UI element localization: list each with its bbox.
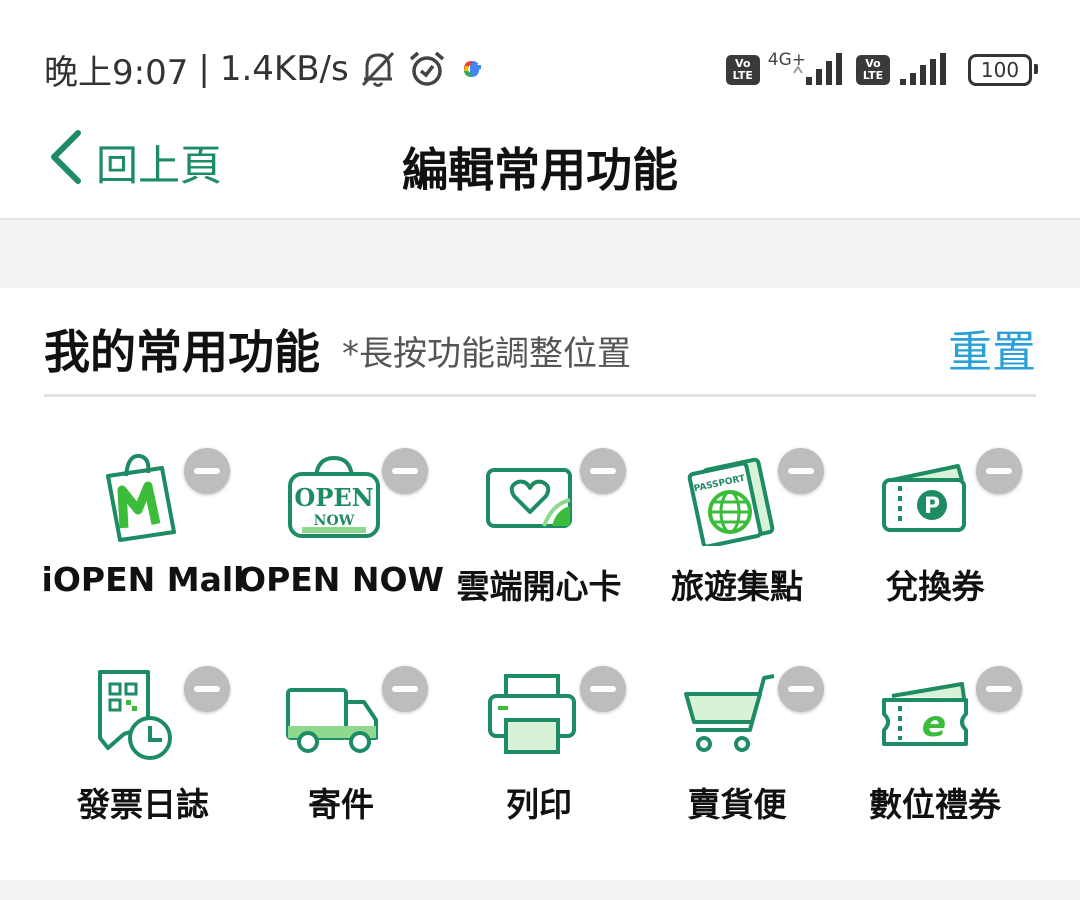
status-time: 晚上9:07 xyxy=(44,52,189,93)
e-voucher-icon: e xyxy=(878,664,978,764)
function-item-digital-gift[interactable]: e 數位禮券 xyxy=(836,638,1034,824)
remove-button[interactable] xyxy=(382,448,428,494)
function-item-open-now[interactable]: OPEN NOW OPEN NOW xyxy=(238,420,444,602)
volte-icon-2: Vo LTE xyxy=(856,55,890,85)
icon-text-now: NOW xyxy=(314,513,355,529)
status-bar: 晚上9:07 | 1.4KB/s Vo LTE 4G+ Vo LTE 100 xyxy=(0,0,1080,110)
icon-text-open: OPEN xyxy=(294,483,373,512)
function-item-cloud-card[interactable]: 雲端開心卡 xyxy=(440,420,638,606)
remove-button[interactable] xyxy=(778,448,824,494)
battery-icon: 100 xyxy=(968,54,1038,86)
remove-button[interactable] xyxy=(580,666,626,712)
signal-icon-2 xyxy=(898,51,948,89)
function-item-travel-points[interactable]: PASSPORT 旅遊集點 xyxy=(638,420,836,606)
section-hint: *長按功能調整位置 xyxy=(342,334,631,374)
function-label: 雲端開心卡 xyxy=(456,567,622,606)
function-label: 數位禮券 xyxy=(869,785,1001,824)
status-separator: | xyxy=(198,49,210,89)
open-now-bag-icon: OPEN NOW xyxy=(284,446,384,546)
function-label: 旅遊集點 xyxy=(671,567,803,606)
printer-icon xyxy=(482,664,582,764)
remove-button[interactable] xyxy=(580,448,626,494)
function-label: OPEN NOW xyxy=(238,560,444,599)
delivery-truck-icon xyxy=(284,664,384,764)
icon-text-e: e xyxy=(922,704,946,745)
reset-button[interactable]: 重置 xyxy=(948,316,1036,380)
function-item-sell-delivery[interactable]: 賣貨便 xyxy=(638,638,836,824)
volte-icon: Vo LTE xyxy=(725,55,760,85)
nav-header: 回上頁 編輯常用功能 xyxy=(0,110,1080,220)
passport-icon: PASSPORT xyxy=(680,446,780,549)
function-grid: iOPEN Mall OPEN NOW OPEN NOW 雲端開心卡 PASSP… xyxy=(42,420,1036,824)
alarm-icon xyxy=(407,49,447,89)
icon-text-p: P xyxy=(924,494,940,519)
section-header: 我的常用功能 *長按功能調整位置 重置 xyxy=(44,310,1036,397)
function-item-shipping[interactable]: 寄件 xyxy=(242,638,440,824)
remove-button[interactable] xyxy=(778,666,824,712)
remove-button[interactable] xyxy=(382,666,428,712)
function-label: 列印 xyxy=(506,785,572,824)
heart-card-icon xyxy=(482,446,582,546)
remove-button[interactable] xyxy=(976,448,1022,494)
shopping-bag-m-icon xyxy=(86,446,186,546)
function-item-invoice-log[interactable]: 發票日誌 xyxy=(44,638,242,824)
function-item-iopen-mall[interactable]: iOPEN Mall xyxy=(42,420,244,602)
function-label: 寄件 xyxy=(308,785,374,824)
function-label: 發票日誌 xyxy=(77,785,209,824)
function-label: iOPEN Mall xyxy=(41,560,245,599)
page-title: 編輯常用功能 xyxy=(402,143,678,197)
function-label: 賣貨便 xyxy=(687,785,787,824)
remove-button[interactable] xyxy=(976,666,1022,712)
google-icon xyxy=(457,54,487,84)
function-label: 兌換券 xyxy=(885,567,985,606)
function-item-voucher[interactable]: P 兌換券 xyxy=(836,420,1034,606)
status-speed: 1.4KB/s xyxy=(219,49,349,89)
remove-button[interactable] xyxy=(184,448,230,494)
shopping-cart-icon xyxy=(680,664,780,764)
bell-off-icon xyxy=(359,49,397,89)
receipt-clock-icon xyxy=(86,664,186,764)
section-title: 我的常用功能 xyxy=(44,325,320,379)
function-item-print[interactable]: 列印 xyxy=(440,638,638,824)
remove-button[interactable] xyxy=(184,666,230,712)
favorites-card: 我的常用功能 *長按功能調整位置 重置 iOPEN Mall OPEN NOW … xyxy=(0,288,1080,880)
p-ticket-icon: P xyxy=(878,446,978,546)
network-type: 4G+ xyxy=(767,50,806,70)
battery-level: 100 xyxy=(980,58,1020,82)
